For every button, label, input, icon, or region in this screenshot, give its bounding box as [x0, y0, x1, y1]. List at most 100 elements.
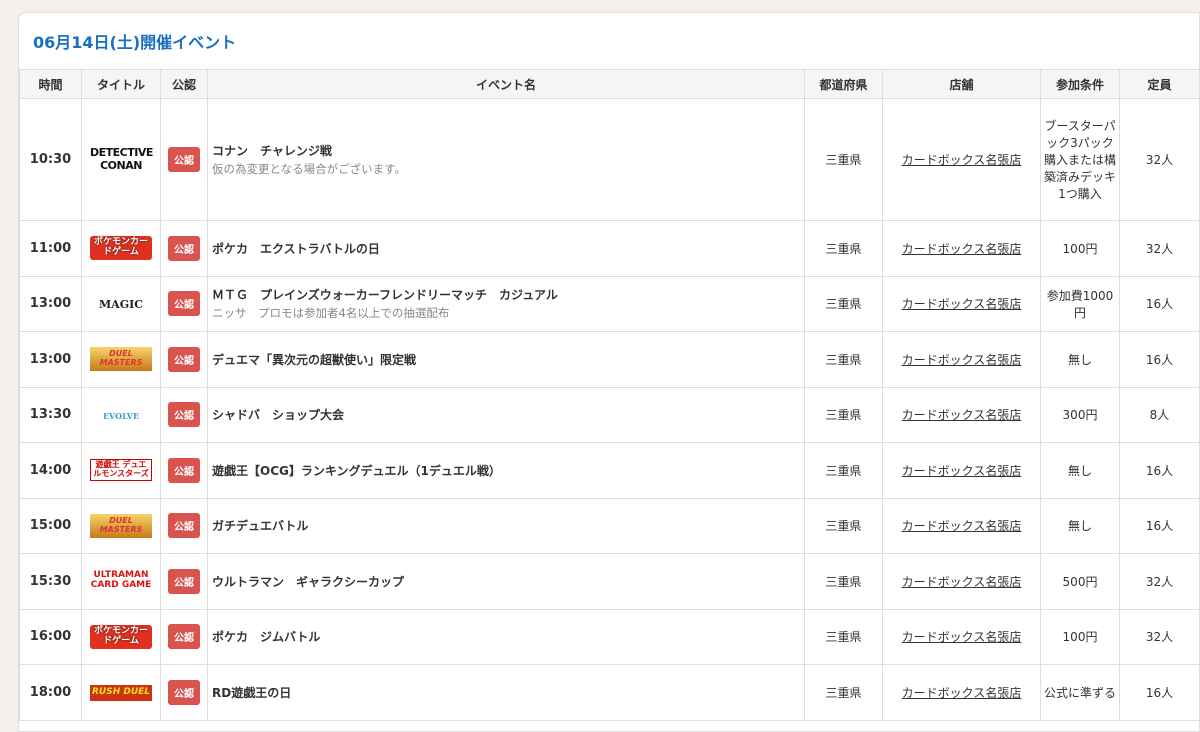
shop-cell: カードボックス名張店	[882, 386, 1041, 443]
title-logo-cell: MAGIC	[81, 275, 161, 332]
official-cell: 公認	[160, 497, 208, 554]
event-name: RD遊戯王の日	[212, 685, 292, 700]
event-time: 16:00	[19, 608, 82, 665]
event-name: デュエマ「異次元の超獣使い」限定戦	[212, 352, 417, 367]
prefecture: 三重県	[804, 664, 883, 721]
header-conditions: 参加条件	[1040, 69, 1120, 99]
conditions: 公式に準ずる	[1040, 664, 1120, 721]
title-logo-cell: DUEL MASTERS	[81, 497, 161, 554]
shop-cell: カードボックス名張店	[882, 275, 1041, 332]
official-badge: 公認	[168, 568, 200, 594]
official-badge: 公認	[168, 513, 200, 539]
title-logo-cell: RUSH DUEL	[81, 664, 161, 721]
shop-cell: カードボックス名張店	[882, 497, 1041, 554]
prefecture: 三重県	[804, 220, 883, 277]
page-title: 06月14日(土)開催イベント	[33, 33, 237, 52]
event-name: ＭＴＧ プレインズウォーカーフレンドリーマッチ カジュアル	[212, 288, 558, 303]
event-name-cell: 遊戯王【OCG】ランキングデュエル（1デュエル戦）	[207, 442, 805, 499]
shop-link[interactable]: カードボックス名張店	[902, 630, 1022, 644]
capacity: 32人	[1119, 608, 1199, 665]
table-row: 15:30 ULTRAMAN CARD GAME 公認 ウルトラマン ギャラクシ…	[19, 553, 1199, 610]
official-cell: 公認	[160, 331, 208, 388]
table-header: 時間 タイトル 公認 イベント名 都道府県 店舗 参加条件 定員	[19, 69, 1199, 99]
shop-link[interactable]: カードボックス名張店	[902, 297, 1022, 311]
official-badge: 公認	[168, 679, 200, 705]
event-time: 13:00	[19, 275, 82, 332]
shop-cell: カードボックス名張店	[882, 442, 1041, 499]
event-name: ウルトラマン ギャラクシーカップ	[212, 574, 405, 589]
shop-link[interactable]: カードボックス名張店	[902, 242, 1022, 256]
table-row: 13:00 MAGIC 公認 ＭＴＧ プレインズウォーカーフレンドリーマッチ カ…	[19, 275, 1199, 332]
official-cell: 公認	[160, 98, 208, 221]
table-row: 13:00 DUEL MASTERS 公認 デュエマ「異次元の超獣使い」限定戦 …	[19, 331, 1199, 388]
title-logo-cell: ポケモンカードゲーム	[81, 608, 161, 665]
header-title: タイトル	[81, 69, 161, 99]
shop-link[interactable]: カードボックス名張店	[902, 408, 1022, 422]
game-logo: DETECTIVE CONAN	[90, 146, 153, 172]
capacity: 32人	[1119, 98, 1199, 221]
event-time: 13:00	[19, 331, 82, 388]
table-row: 10:30 DETECTIVE CONAN 公認 コナン チャレンジ戦 仮の為変更…	[19, 98, 1199, 221]
shop-cell: カードボックス名張店	[882, 608, 1041, 665]
event-time: 13:30	[19, 386, 82, 443]
shop-cell: カードボックス名張店	[882, 98, 1041, 221]
prefecture: 三重県	[804, 275, 883, 332]
game-logo: ポケモンカードゲーム	[90, 624, 152, 649]
header-capacity: 定員	[1119, 69, 1199, 99]
events-table: 時間 タイトル 公認 イベント名 都道府県 店舗 参加条件 定員 10:30 D…	[19, 69, 1199, 721]
event-name-cell: RD遊戯王の日	[207, 664, 805, 721]
shop-link[interactable]: カードボックス名張店	[902, 519, 1022, 533]
shop-link[interactable]: カードボックス名張店	[902, 575, 1022, 589]
official-badge: 公認	[168, 402, 200, 428]
game-logo: ポケモンカードゲーム	[90, 236, 152, 261]
conditions: 500円	[1040, 553, 1120, 610]
conditions: 300円	[1040, 386, 1120, 443]
game-logo: 遊戯王 デュエルモンスターズ	[90, 459, 152, 482]
event-time: 10:30	[19, 98, 82, 221]
event-time: 18:00	[19, 664, 82, 721]
prefecture: 三重県	[804, 497, 883, 554]
shop-link[interactable]: カードボックス名張店	[902, 686, 1022, 700]
table-row: 15:00 DUEL MASTERS 公認 ガチデュエバトル 三重県 カードボッ…	[19, 497, 1199, 554]
official-cell: 公認	[160, 608, 208, 665]
official-cell: 公認	[160, 442, 208, 499]
game-logo: EVOLVE	[102, 410, 140, 421]
event-name-cell: ポケカ エクストラバトルの日	[207, 220, 805, 277]
official-cell: 公認	[160, 664, 208, 721]
official-badge: 公認	[168, 235, 200, 261]
official-cell: 公認	[160, 275, 208, 332]
header-prefecture: 都道府県	[804, 69, 883, 99]
prefecture: 三重県	[804, 98, 883, 221]
shop-cell: カードボックス名張店	[882, 331, 1041, 388]
event-note: ニッサ プロモは参加者4名以上での抽選配布	[212, 306, 450, 321]
events-card: 06月14日(土)開催イベント 時間 タイトル 公認 イベント名 都道府県 店舗…	[18, 12, 1200, 732]
game-logo: MAGIC	[98, 297, 143, 311]
official-cell: 公認	[160, 553, 208, 610]
event-time: 14:00	[19, 442, 82, 499]
event-name-cell: ポケカ ジムバトル	[207, 608, 805, 665]
event-name: コナン チャレンジ戦	[212, 144, 332, 158]
title-logo-cell: ULTRAMAN CARD GAME	[81, 553, 161, 610]
conditions: 無し	[1040, 331, 1120, 388]
conditions: 無し	[1040, 497, 1120, 554]
capacity: 16人	[1119, 664, 1199, 721]
capacity: 32人	[1119, 553, 1199, 610]
shop-link[interactable]: カードボックス名張店	[902, 353, 1022, 367]
event-name-cell: ガチデュエバトル	[207, 497, 805, 554]
official-badge: 公認	[168, 291, 200, 317]
shop-link[interactable]: カードボックス名張店	[902, 153, 1022, 167]
event-name: シャドバ ショップ大会	[212, 408, 345, 423]
header-shop: 店舗	[882, 69, 1041, 99]
table-row: 14:00 遊戯王 デュエルモンスターズ 公認 遊戯王【OCG】ランキングデュエ…	[19, 442, 1199, 499]
game-logo: ULTRAMAN CARD GAME	[90, 570, 152, 591]
capacity: 16人	[1119, 275, 1199, 332]
capacity: 8人	[1119, 386, 1199, 443]
table-row: 11:00 ポケモンカードゲーム 公認 ポケカ エクストラバトルの日 三重県 カ…	[19, 220, 1199, 277]
event-name-cell: ウルトラマン ギャラクシーカップ	[207, 553, 805, 610]
conditions: 100円	[1040, 608, 1120, 665]
event-time: 15:30	[19, 553, 82, 610]
capacity: 16人	[1119, 331, 1199, 388]
official-badge: 公認	[168, 457, 200, 483]
shop-link[interactable]: カードボックス名張店	[902, 464, 1022, 478]
capacity: 16人	[1119, 442, 1199, 499]
